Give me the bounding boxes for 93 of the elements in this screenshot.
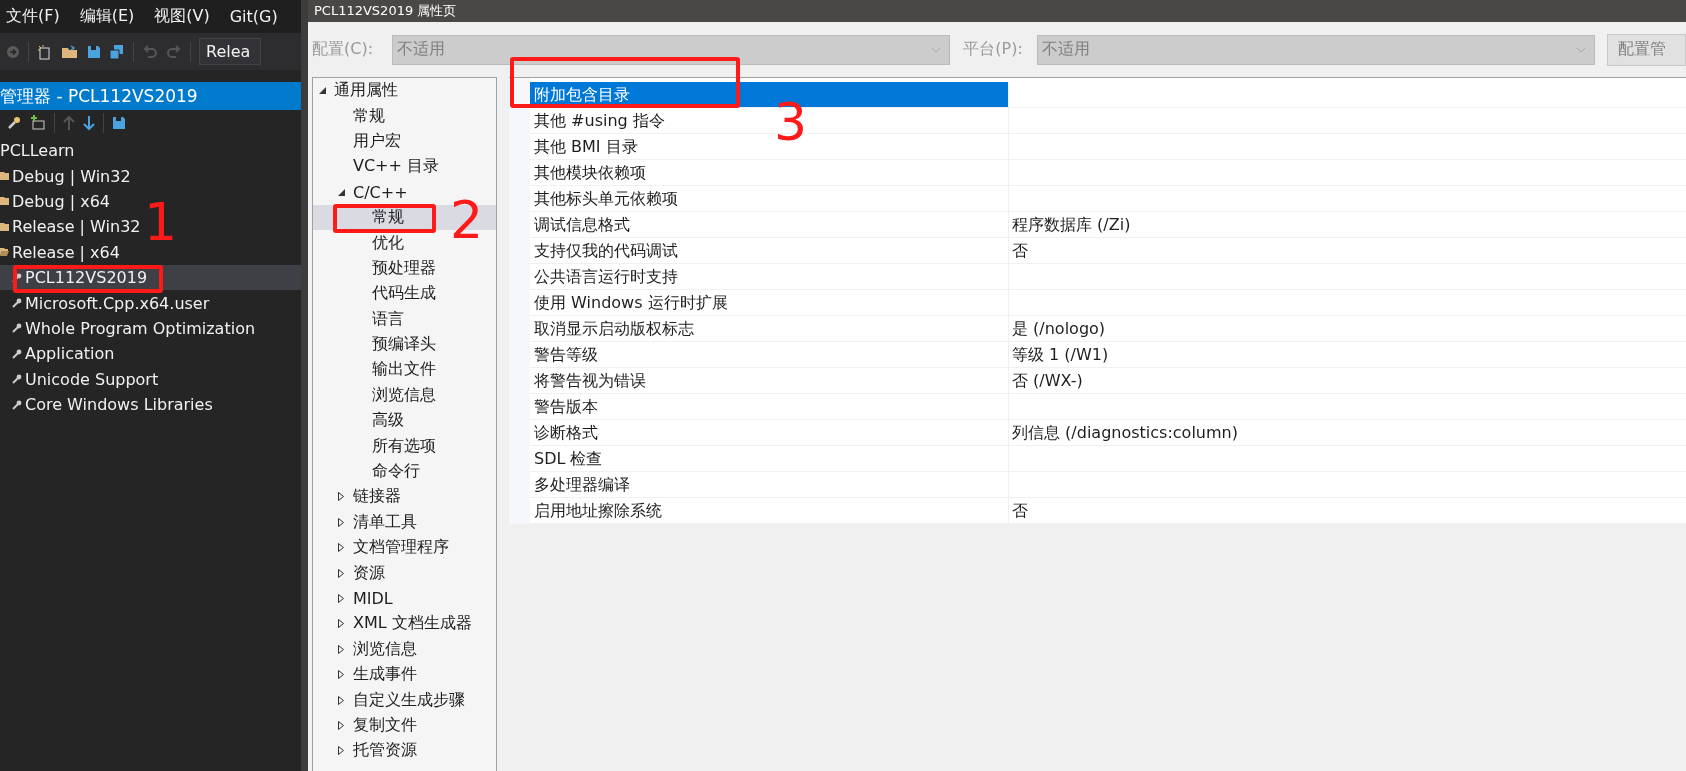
menu-item[interactable]: 文件(F) xyxy=(6,6,60,27)
tree-item[interactable]: 托管资源 xyxy=(313,738,496,764)
tree-item[interactable]: 文档管理程序 xyxy=(313,535,496,561)
property-name[interactable]: 取消显示启动版权标志 xyxy=(530,316,1009,342)
tree-item[interactable]: Debug | Win32 xyxy=(12,166,131,186)
collapsed-arrow-icon[interactable] xyxy=(338,619,344,629)
property-value[interactable]: 等级 1 (/W1) xyxy=(1012,345,1109,364)
chevron-icon xyxy=(931,46,942,53)
wrench-icon xyxy=(12,323,22,334)
tree-item[interactable]: MIDL xyxy=(313,585,496,612)
collapsed-arrow-icon[interactable] xyxy=(338,695,344,705)
add-sheet-icon[interactable] xyxy=(30,115,46,131)
configuration-dropdown[interactable]: Relea xyxy=(199,38,262,65)
property-name[interactable]: 诊断格式 xyxy=(530,420,1009,446)
tree-item[interactable]: Application xyxy=(25,344,115,364)
tree-item[interactable]: Unicode Support xyxy=(25,369,159,389)
open-folder-icon[interactable] xyxy=(61,44,79,59)
menu-item[interactable]: 编辑(E) xyxy=(79,6,135,27)
collapsed-arrow-icon[interactable] xyxy=(338,568,344,578)
property-name[interactable]: 公共语言运行时支持 xyxy=(530,264,1009,290)
annotation-number: 1 xyxy=(144,196,178,248)
property-name[interactable]: 其他标头单元依赖项 xyxy=(530,186,1009,212)
tree-item[interactable]: Release | x64 xyxy=(12,242,120,262)
tree-item[interactable]: 通用属性 xyxy=(313,78,496,104)
collapsed-arrow-icon[interactable] xyxy=(338,720,344,730)
tree-item[interactable]: Whole Program Optimization xyxy=(25,318,256,338)
tree-item[interactable]: 输出文件 xyxy=(313,357,496,383)
collapsed-arrow-icon[interactable] xyxy=(338,492,344,502)
tree-item[interactable]: 用户宏 xyxy=(313,128,496,155)
collapsed-arrow-icon[interactable] xyxy=(338,670,344,680)
configuration-label: 配置(C): xyxy=(312,39,375,60)
tree-item[interactable]: Core Windows Libraries xyxy=(25,395,213,415)
wrench-icon xyxy=(12,374,22,385)
tree-item[interactable]: 自定义生成步骤 xyxy=(313,687,496,713)
tree-item[interactable]: PCLLearn xyxy=(0,141,75,161)
wrench-icon xyxy=(12,298,22,309)
tree-item[interactable]: 常规 xyxy=(313,103,496,129)
tree-item[interactable]: 浏览信息 xyxy=(313,636,496,662)
save-icon[interactable] xyxy=(87,44,101,59)
tree-item[interactable]: Release | Win32 xyxy=(12,217,141,237)
expanded-arrow-icon[interactable] xyxy=(338,188,345,196)
property-name[interactable]: 警告版本 xyxy=(530,394,1009,420)
collapsed-arrow-icon[interactable] xyxy=(338,594,344,603)
property-value[interactable]: 否 xyxy=(1012,501,1028,520)
tree-item[interactable]: XML 文档生成器 xyxy=(313,611,496,637)
property-value[interactable]: 是 (/nologo) xyxy=(1012,319,1106,338)
tree-item[interactable]: 生成事件 xyxy=(313,662,496,688)
property-name[interactable]: 将警告视为错误 xyxy=(530,368,1009,394)
tree-item[interactable]: 高级 xyxy=(313,408,496,434)
tree-item[interactable]: 链接器 xyxy=(313,484,496,510)
property-value[interactable]: 程序数据库 (/Zi) xyxy=(1012,215,1131,234)
tree-item[interactable]: 语言 xyxy=(313,306,496,332)
tree-item[interactable]: 命令行 xyxy=(313,458,496,485)
chevron-icon xyxy=(1575,46,1586,53)
property-value[interactable]: 列信息 (/diagnostics:column) xyxy=(1012,423,1238,442)
move-down-icon[interactable] xyxy=(83,115,95,131)
collapsed-arrow-icon[interactable] xyxy=(338,517,344,527)
platform-label: 平台(P): xyxy=(963,39,1024,60)
property-name[interactable]: 警告等级 xyxy=(530,342,1009,368)
tree-item[interactable]: 预编译头 xyxy=(313,331,496,358)
collapsed-arrow-icon[interactable] xyxy=(338,644,344,654)
property-name[interactable]: 其他模块依赖项 xyxy=(530,160,1009,186)
tree-item[interactable]: Microsoft.Cpp.x64.user xyxy=(25,293,210,313)
wrench-icon[interactable] xyxy=(6,115,22,131)
tree-item[interactable]: 清单工具 xyxy=(313,509,496,536)
property-name[interactable]: SDL 检查 xyxy=(530,446,1009,472)
dialog-title: PCL112VS2019 属性页 xyxy=(314,3,457,18)
new-item-icon[interactable] xyxy=(37,43,53,60)
tree-item[interactable]: 预处理器 xyxy=(313,255,496,282)
collapsed-arrow-icon[interactable] xyxy=(338,746,344,756)
tree-item[interactable]: 复制文件 xyxy=(313,712,496,739)
collapsed-arrow-icon[interactable] xyxy=(338,543,344,553)
wrench-icon xyxy=(12,399,22,410)
tree-item[interactable]: 代码生成 xyxy=(313,281,496,307)
property-value[interactable]: 否 (/WX-) xyxy=(1012,371,1083,390)
property-name[interactable]: 调试信息格式 xyxy=(530,212,1009,238)
tree-item[interactable]: 资源 xyxy=(313,560,496,586)
wrench-icon xyxy=(12,348,22,359)
save-icon[interactable] xyxy=(112,116,126,130)
property-name[interactable]: 支持仅我的代码调试 xyxy=(530,238,1009,264)
tree-item[interactable]: 所有选项 xyxy=(313,433,496,459)
menu-item[interactable]: 视图(V) xyxy=(154,6,210,27)
tree-item[interactable]: 浏览信息 xyxy=(313,382,496,409)
save-all-icon[interactable] xyxy=(109,43,125,60)
expanded-arrow-icon[interactable] xyxy=(319,87,326,95)
panel-title: 管理器 - PCL112VS2019 xyxy=(0,82,301,110)
property-name[interactable]: 使用 Windows 运行时扩展 xyxy=(530,290,1009,316)
menu-item[interactable]: Git(G) xyxy=(229,7,278,26)
tree-item[interactable]: VC++ 目录 xyxy=(313,154,496,180)
tree-item[interactable]: Debug | x64 xyxy=(12,191,110,211)
property-name[interactable]: 启用地址擦除系统 xyxy=(530,498,1009,524)
property-value[interactable]: 否 xyxy=(1012,241,1028,260)
property-name[interactable]: 多处理器编译 xyxy=(530,472,1009,498)
